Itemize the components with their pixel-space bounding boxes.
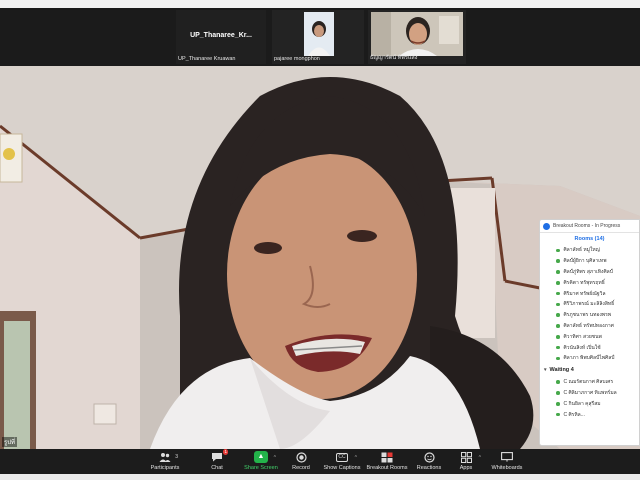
room-participant-name: ศิลาลัทธ์ ทรัพปทองภาศ [563,322,614,329]
chat-label: Chat [211,465,223,471]
status-dot-icon [556,402,560,406]
room-participant-name: ศิริวิภาพรณ์ มะลิลิงสิทธิ์ [563,301,615,308]
participant-video-thumbnail [371,12,463,56]
show-captions-button[interactable]: CC ^ Show Captions [317,451,367,471]
room-participant-name: ศิลป์ภู่ทิพร สุภาเทิงศิลป์ [563,268,613,275]
captions-glyph: CC [336,452,348,462]
share-screen-label: Share Screen [244,465,278,471]
status-dot-icon [556,270,560,274]
status-dot-icon [556,291,560,296]
waiting-participant-name: C ณมรัตนกาศ ศิลบเศร [563,379,614,386]
breakout-panel-title: Breakout Rooms - In Progress [553,223,621,229]
status-dot-icon [556,380,560,384]
participants-label: Participants [150,465,180,471]
breakout-rooms-label: Breakout Rooms [366,465,408,471]
whiteboards-icon [500,451,514,463]
reactions-icon [422,451,436,463]
chevron-up-icon: ^ [354,455,357,461]
status-dot-icon [556,313,560,317]
chat-button[interactable]: 1 Chat [192,449,242,471]
participants-count: 3 [175,454,178,460]
participant-name: ธัญญารัตน์ ทิพรแสง [370,55,418,61]
room-participant[interactable]: ศิริวิภาพรณ์ มะลิลิงสิทธิ์ [540,299,639,310]
room-participant[interactable]: ศิรภูชนาพร นทองพรพ [540,310,639,321]
participants-button[interactable]: 3 Participants [140,451,190,471]
status-dot-icon [556,412,560,417]
waiting-list: C ณมรัตนกาศ ศิลบเศร C ศิลิมาภกาศ ทิแพทร์… [540,377,639,420]
participant-center-name: UP_Thanaree_Kr... [190,32,252,39]
status-dot-icon [556,335,560,339]
chat-icon: 1 [210,449,228,463]
participant-tile[interactable]: UP_Thanaree_Kr... UP_Thanaree Kruawan [176,10,266,64]
participant-video-image [304,12,334,56]
share-screen-icon: ▲ ^ [254,451,276,463]
gallery-strip: UP_Thanaree_Kr... UP_Thanaree Kruawan pa… [0,8,640,66]
room-participant[interactable]: ศิลาลัทธ์ หมู่ใหญ่ [540,245,639,256]
status-dot-icon [556,281,560,285]
record-label: Record [292,465,310,471]
status-dot-icon [556,324,560,328]
room-participant-name: ศิรคิตา ทรัพุทรฤทธิ์ [563,279,605,286]
taskbar-strip [0,474,640,480]
waiting-participant-name: C กินยิลา คุสุรีสม [563,400,601,407]
participant-video-thumbnail [304,12,334,56]
participant-video-image [371,12,463,56]
waiting-participant[interactable]: C กินยิลา คุสุรีสม [540,398,639,409]
room-participant[interactable]: ศิรคิตา ทรัพุทรฤทธิ์ [540,277,639,288]
room-participant-list: ศิลาลัทธ์ หมู่ใหญ่ ศิลป์ผู้ยิกา บุศิลาเท… [540,245,639,364]
chat-unread-badge: 1 [223,449,228,455]
participant-name: UP_Thanaree Kruawan [178,56,236,62]
status-dot-icon [556,345,560,350]
waiting-participant-name: C ศิลิมาภกาศ ทิแพทร์มล [563,389,617,396]
chevron-down-icon: ▾ [544,367,547,374]
breakout-rooms-icon [380,451,394,463]
rooms-count-label[interactable]: Rooms (14) [540,233,639,245]
status-dot-icon [556,259,560,263]
room-participant-name: ศิวาทิศา สวยชนพ [563,333,602,340]
speaker-name-label: รูปที่ [2,437,17,447]
room-participant[interactable]: ศิวนันสิงห์ เปิ่นใช้ [540,342,639,353]
chevron-up-icon: ^ [478,455,481,461]
room-participant[interactable]: ศิลป์ภู่ทิพร สุภาเทิงศิลป์ [540,267,639,278]
zoom-meeting-window: UP_Thanaree_Kr... UP_Thanaree Kruawan pa… [0,0,640,480]
apps-icon: ^ [459,451,481,463]
waiting-group-header[interactable]: ▾ Waiting 4 [540,364,639,377]
participants-icon: 3 [158,451,178,463]
room-participant[interactable]: ศิริมาศ ทรัพย์ณัฐวิล [540,288,639,299]
reactions-label: Reactions [416,465,442,471]
room-participant-name: ศิวนันสิงห์ เปิ่นใช้ [563,344,601,351]
room-participant[interactable]: ศิลาลัทธ์ ทรัพปทองภาศ [540,321,639,332]
waiting-group-label: Waiting 4 [549,367,574,374]
waiting-participant[interactable]: C ศิรหิล... [540,409,639,420]
room-participant-name: ศิรภูชนาพร นทองพรพ [563,312,612,319]
waiting-participant[interactable]: C ณมรัตนกาศ ศิลบเศร [540,377,639,388]
participant-tile[interactable]: ธัญญารัตน์ ทิพรแสง [368,10,466,64]
waiting-participant[interactable]: C ศิลิมาภกาศ ทิแพทร์มล [540,388,639,399]
participant-tile[interactable]: pajaree mongphon [272,10,364,64]
window-title-bar [0,0,640,8]
captions-icon: CC ^ [335,451,357,463]
show-captions-label: Show Captions [323,465,361,471]
record-icon [294,451,308,463]
room-participant[interactable]: ศิวาทิศา สวยชนพ [540,331,639,342]
participant-name: pajaree mongphon [274,56,320,62]
room-participant[interactable]: ศิลป์ผู้ยิกา บุศิลาเทพ [540,256,639,267]
room-participant[interactable]: ศิลาภา พิพบศิลป์ไพศิลป์ [540,353,639,364]
room-participant-name: ศิลป์ผู้ยิกา บุศิลาเทพ [563,258,607,265]
room-participant-name: ศิลาลัทธ์ หมู่ใหญ่ [563,247,600,254]
status-dot-icon [556,391,560,395]
status-dot-icon [556,356,560,361]
waiting-participant-name: C ศิรหิล... [563,411,585,418]
whiteboards-button[interactable]: Whiteboards [482,451,532,471]
apps-label: Apps [459,465,473,471]
room-participant-name: ศิลาภา พิพบศิลป์ไพศิลป์ [563,355,615,362]
room-participant-name: ศิริมาศ ทรัพย์ณัฐวิล [563,290,606,297]
breakout-panel-header[interactable]: Breakout Rooms - In Progress [540,220,639,233]
status-dot-icon [556,248,560,253]
status-dot-icon [556,302,560,307]
breakout-rooms-panel: Breakout Rooms - In Progress Rooms (14) … [539,219,640,446]
whiteboards-label: Whiteboards [491,465,523,471]
zoom-logo-icon [543,222,550,230]
